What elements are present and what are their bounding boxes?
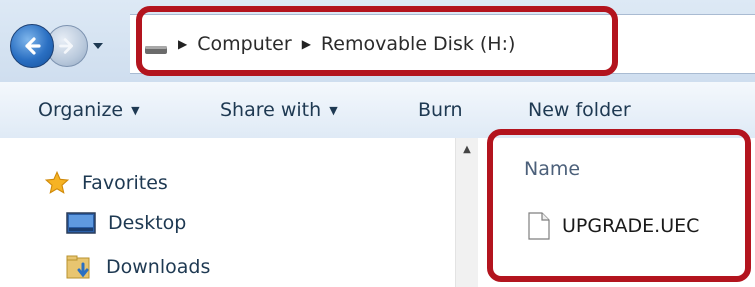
explorer-window: ▶ Computer ▶ Removable Disk (H:) Organiz… [0, 0, 755, 287]
new-folder-button[interactable]: New folder [528, 82, 631, 138]
burn-button[interactable]: Burn [418, 82, 463, 138]
nav-item-downloads[interactable]: Downloads [66, 254, 210, 280]
favorites-label: Favorites [82, 172, 168, 194]
burn-label: Burn [418, 99, 463, 121]
desktop-label: Desktop [108, 212, 187, 234]
file-list-pane: Name UPGRADE.UEC [478, 138, 755, 287]
recent-pages-dropdown[interactable] [92, 40, 104, 52]
downloads-icon [66, 255, 90, 279]
share-with-label: Share with [220, 99, 322, 121]
forward-arrow-icon [59, 38, 73, 54]
navigation-scrollbar[interactable]: ▲ [455, 138, 479, 287]
downloads-label: Downloads [106, 256, 211, 278]
name-column-header[interactable]: Name [524, 158, 580, 180]
star-icon [44, 170, 70, 194]
file-icon [528, 212, 550, 240]
breadcrumb-separator-icon[interactable]: ▶ [302, 38, 311, 50]
chevron-down-icon: ▼ [131, 103, 140, 117]
file-row-upgrade[interactable]: UPGRADE.UEC [528, 212, 699, 240]
back-button[interactable] [10, 24, 54, 68]
new-folder-label: New folder [528, 99, 631, 121]
breadcrumb: ▶ Computer ▶ Removable Disk (H:) [144, 15, 515, 73]
chevron-down-icon [93, 43, 103, 49]
drive-icon [144, 38, 168, 54]
address-box[interactable]: ▶ Computer ▶ Removable Disk (H:) [130, 14, 755, 74]
address-bar-row: ▶ Computer ▶ Removable Disk (H:) [0, 0, 755, 82]
chevron-down-icon: ▼ [329, 103, 338, 117]
nav-item-favorites[interactable]: Favorites [44, 170, 168, 196]
scroll-up-arrow-icon[interactable]: ▲ [456, 138, 478, 160]
organize-label: Organize [38, 99, 124, 121]
breadcrumb-separator-icon[interactable]: ▶ [178, 38, 187, 50]
breadcrumb-computer[interactable]: Computer [197, 33, 291, 55]
nav-item-desktop[interactable]: Desktop [66, 212, 186, 234]
share-with-button[interactable]: Share with ▼ [220, 82, 338, 138]
organize-button[interactable]: Organize ▼ [38, 82, 140, 138]
back-arrow-icon [25, 37, 41, 55]
desktop-icon [66, 212, 96, 234]
breadcrumb-removable-disk[interactable]: Removable Disk (H:) [321, 33, 516, 55]
navigation-pane: Favorites Desktop Downloads [0, 138, 455, 287]
file-name: UPGRADE.UEC [562, 215, 700, 237]
command-toolbar: Organize ▼ Share with ▼ Burn New folder [0, 82, 755, 139]
